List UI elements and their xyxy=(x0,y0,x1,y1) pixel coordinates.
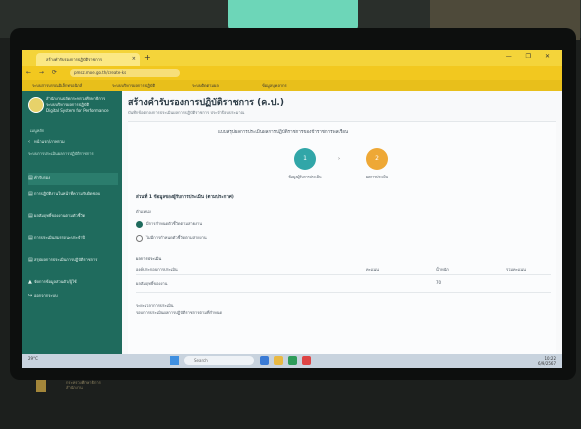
background-poster xyxy=(228,0,358,30)
page-subtitle: บันทึกข้อตกลงการประเมินผลการปฏิบัติราชกา… xyxy=(128,110,245,115)
bookmark-item[interactable]: ข้อมูลบุคลากร xyxy=(262,82,322,89)
taskview-icon[interactable] xyxy=(260,356,269,365)
sidebar-item-summary[interactable]: ▤สรุปผลการประเมินการปฏิบัติราชการ xyxy=(28,257,118,263)
bookmark-item[interactable]: ระบบสารบรรณอิเล็กทรอนิกส์ xyxy=(32,82,102,89)
sidebar-item-profile[interactable]: ▲ จัดการข้อมูลส่วนตัว/ผู้ใช้ xyxy=(28,279,118,285)
sidebar-menu-heading: เมนูหลัก xyxy=(30,128,45,133)
bookmarks-bar: ระบบสารบรรณอิเล็กทรอนิกส์ ระบบบริหารผลกา… xyxy=(22,80,562,91)
file-explorer-icon[interactable] xyxy=(274,356,283,365)
table-row[interactable]: ผลสัมฤทธิ์ของงาน 70 xyxy=(136,278,551,293)
weather-widget[interactable]: 29°C xyxy=(28,356,38,361)
url-field[interactable]: pmsz.moe.go.th/create-ks xyxy=(70,69,180,77)
monitor-screen: สร้างคำรับรองการปฏิบัติราชการ × + — ❐ ✕ … xyxy=(22,50,562,368)
radio-selected-icon xyxy=(136,220,143,228)
step-2-circle[interactable]: 2 xyxy=(366,148,388,170)
step-1-circle[interactable]: 1 xyxy=(294,148,316,170)
sidebar-item-agreement[interactable]: ▤คำรับรอง xyxy=(28,173,118,185)
bookmark-item[interactable]: ระบบบริหารผลการปฏิบัติ xyxy=(112,82,182,89)
option-without-kpi[interactable]: ไม่มีการกำหนดตัวชี้วัดตามสายงาน xyxy=(136,234,356,242)
step-2-label: ผลการประเมิน xyxy=(365,175,389,179)
new-tab-button[interactable]: + xyxy=(144,53,151,62)
tab-title: สร้างคำรับรองการปฏิบัติราชการ xyxy=(46,57,103,62)
start-button-icon[interactable] xyxy=(170,356,179,365)
sidebar: สำนักงานปลัดกระทรวงศึกษาธิการ ระบบบริหาร… xyxy=(22,91,122,354)
taskbar-search[interactable]: Search xyxy=(184,356,254,365)
bookmark-item[interactable]: ระบบติดตามผล xyxy=(192,82,252,89)
step-1-label: ข้อมูลผู้รับการประเมิน xyxy=(288,175,322,179)
browser-icon[interactable] xyxy=(288,356,297,365)
desk-label: กระทรวงศึกษาธิการ สำนักงาน xyxy=(36,380,176,398)
app-icon[interactable] xyxy=(302,356,311,365)
browser-address-bar: ← → ⟳ pmsz.moe.go.th/create-ks xyxy=(22,66,562,80)
sidebar-item-duties[interactable]: ▤การปฏิบัติงานในหน้าที่ความรับผิดชอบ xyxy=(28,191,118,197)
clock[interactable]: 10:22 6/9/2567 xyxy=(538,356,556,366)
org-logo-icon xyxy=(28,97,44,113)
sidebar-item-logout[interactable]: ↪ ออกจากระบบ xyxy=(28,293,118,299)
section-label: ส่วนที่ 1 ข้อมูลของผู้รับการประเมิน (ตาม… xyxy=(136,195,234,200)
main-content: สร้างคำรับรองการปฏิบัติราชการ (ค.ป.) บัน… xyxy=(122,91,562,355)
window-controls[interactable]: — ❐ ✕ xyxy=(506,53,556,60)
step-separator-icon: › xyxy=(338,156,340,162)
sidebar-item-competency[interactable]: ▤การประเมินสมรรถนะประจำปี xyxy=(28,235,118,241)
sidebar-section-heading: ระบบการประเมินผลการปฏิบัติราชการ xyxy=(28,151,94,156)
sidebar-brand: สำนักงานปลัดกระทรวงศึกษาธิการ ระบบบริหาร… xyxy=(46,96,109,113)
stepper-heading: แบบสรุปผลการประเมินผลการปฏิบัติราชการของ… xyxy=(218,130,349,135)
option-with-kpi[interactable]: มีการกำหนดตัวชี้วัดตามสายงาน xyxy=(136,220,356,228)
close-tab-icon[interactable]: × xyxy=(132,53,136,66)
table-header-row: องค์ประกอบการประเมิน คะแนน น้ำหนัก รวมคะ… xyxy=(136,264,551,275)
period-field-label: ระยะเวลาการประเมิน xyxy=(136,303,174,308)
sidebar-item-kpi[interactable]: ▤ผลสัมฤทธิ์ของงานตามตัวชี้วัด xyxy=(28,213,118,219)
form-card: แบบสรุปผลการประเมินผลการปฏิบัติราชการของ… xyxy=(128,121,556,355)
results-heading: ผลการประเมิน xyxy=(136,256,162,261)
period-field-hint: รอบการประเมินผลการปฏิบัติราชการตามที่กำห… xyxy=(136,310,223,315)
browser-tab[interactable]: สร้างคำรับรองการปฏิบัติราชการ × xyxy=(36,53,140,66)
windows-taskbar: 29°C Search 10:22 6/9/2567 xyxy=(22,354,562,368)
position-field[interactable]: ตำแหน่ง xyxy=(136,208,356,215)
browser-tab-bar: สร้างคำรับรองการปฏิบัติราชการ × + — ❐ ✕ xyxy=(22,50,562,66)
radio-unselected-icon xyxy=(136,234,143,242)
page-title: สร้างคำรับรองการปฏิบัติราชการ (ค.ป.) xyxy=(128,98,284,108)
sidebar-item-home[interactable]: ‹ หน้าแรก/ภาพรวม xyxy=(28,139,118,145)
nav-arrows-icon[interactable]: ← → ⟳ xyxy=(26,69,60,76)
emblem-icon xyxy=(36,380,46,392)
